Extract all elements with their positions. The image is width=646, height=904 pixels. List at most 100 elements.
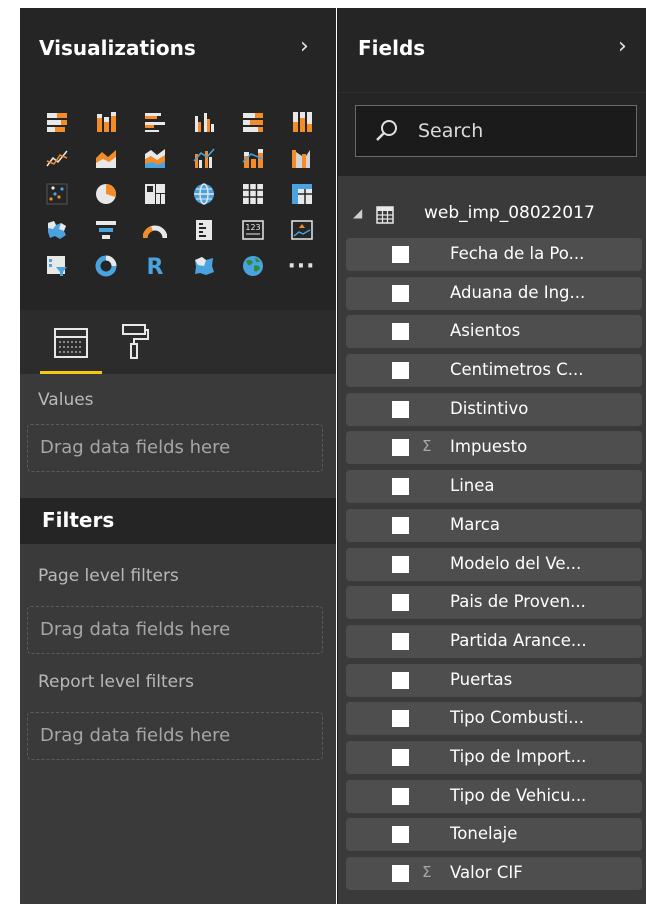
search-icon — [376, 120, 397, 141]
more-visuals-icon[interactable]: ··· — [277, 248, 326, 284]
field-item[interactable]: Centimetros C... — [346, 354, 642, 388]
visualization-row: R ··· — [20, 248, 336, 284]
field-item[interactable]: Tipo de Vehicu... — [346, 779, 642, 813]
pie-chart-icon[interactable] — [81, 176, 130, 212]
paint-roller-icon — [122, 324, 149, 359]
visualizations-header[interactable]: Visualizations › — [20, 8, 336, 92]
stacked-bar-chart-icon[interactable] — [32, 104, 81, 140]
active-tab-indicator — [40, 371, 102, 374]
funnel-icon[interactable] — [81, 212, 130, 248]
sigma-icon: Σ — [422, 863, 432, 881]
treemap-icon[interactable] — [130, 176, 179, 212]
values-label: Values — [38, 390, 94, 410]
field-label: Tipo Combusti... — [450, 708, 584, 728]
line-stacked-column-chart-icon[interactable] — [228, 140, 277, 176]
area-chart-icon[interactable] — [81, 140, 130, 176]
format-tab[interactable] — [120, 322, 150, 362]
search-box[interactable] — [355, 105, 637, 157]
kpi-icon[interactable] — [277, 212, 326, 248]
field-item[interactable]: Puertas — [346, 663, 642, 697]
field-item[interactable]: Distintivo — [346, 392, 642, 426]
field-checkbox[interactable] — [392, 826, 409, 844]
field-label: Aduana de Ing... — [450, 282, 586, 302]
globe-map-icon[interactable] — [228, 248, 277, 284]
field-item[interactable]: Tipo de Import... — [346, 740, 642, 774]
page-filters-drop-zone[interactable]: Drag data fields here — [27, 606, 323, 654]
collapse-fields-chevron-icon[interactable]: › — [618, 36, 627, 58]
clustered-bar-chart-icon[interactable] — [130, 104, 179, 140]
values-drop-zone[interactable]: Drag data fields here — [27, 424, 323, 472]
field-item[interactable]: Tipo Combusti... — [346, 702, 642, 736]
field-checkbox[interactable] — [392, 594, 409, 612]
field-checkbox[interactable] — [392, 710, 409, 728]
field-label: Marca — [450, 514, 500, 534]
field-checkbox[interactable] — [392, 323, 409, 341]
field-item[interactable]: Modelo del Ve... — [346, 547, 642, 581]
field-item[interactable]: Tonelaje — [346, 818, 642, 852]
field-item[interactable]: Marca — [346, 508, 642, 542]
field-checkbox[interactable] — [392, 671, 409, 689]
line-chart-icon[interactable] — [32, 140, 81, 176]
field-checkbox[interactable] — [392, 516, 409, 534]
field-item[interactable]: Partida Arance... — [346, 624, 642, 658]
field-label: Tonelaje — [450, 824, 518, 844]
report-level-filters-label: Report level filters — [38, 672, 194, 692]
donut-chart-icon[interactable] — [81, 248, 130, 284]
search-input[interactable] — [418, 118, 628, 144]
collapse-visualizations-chevron-icon[interactable]: › — [300, 36, 309, 58]
report-filters-drop-zone[interactable]: Drag data fields here — [27, 712, 323, 760]
field-checkbox[interactable] — [392, 284, 409, 302]
table-icon[interactable] — [228, 176, 277, 212]
field-label: Puertas — [450, 669, 513, 689]
field-item[interactable]: Aduana de Ing... — [346, 276, 642, 310]
field-label: Pais de Proven... — [450, 592, 586, 612]
visualization-row — [20, 104, 336, 140]
svg-text:123: 123 — [245, 223, 260, 232]
field-label: Tipo de Import... — [450, 746, 587, 766]
multi-row-card-icon[interactable] — [179, 212, 228, 248]
100-stacked-bar-chart-icon[interactable] — [228, 104, 277, 140]
field-checkbox[interactable] — [392, 362, 409, 380]
expand-table-icon[interactable]: ◢ — [353, 206, 362, 220]
clustered-column-chart-icon[interactable] — [179, 104, 228, 140]
field-checkbox[interactable] — [392, 439, 409, 457]
stacked-column-chart-icon[interactable] — [81, 104, 130, 140]
card-icon[interactable]: 123 — [228, 212, 277, 248]
field-label: Fecha de la Po... — [450, 244, 585, 263]
field-checkbox[interactable] — [392, 555, 409, 573]
filters-title: Filters — [42, 508, 115, 532]
svg-text:R: R — [146, 255, 163, 278]
field-checkbox[interactable] — [392, 748, 409, 766]
visualizations-title: Visualizations — [39, 36, 196, 60]
field-item[interactable]: Fecha de la Po... — [346, 238, 642, 271]
filled-map-icon[interactable] — [32, 212, 81, 248]
field-item[interactable]: Pais de Proven... — [346, 586, 642, 620]
field-item[interactable]: Linea — [346, 470, 642, 504]
100-stacked-column-chart-icon[interactable] — [277, 104, 326, 140]
field-item[interactable]: Asientos — [346, 315, 642, 349]
slicer-icon[interactable] — [32, 248, 81, 284]
visualization-row — [20, 176, 336, 212]
line-clustered-column-chart-icon[interactable] — [179, 140, 228, 176]
field-checkbox[interactable] — [392, 787, 409, 805]
table-node[interactable]: ◢ web_imp_08022017 — [338, 198, 646, 234]
field-item[interactable]: Σ Impuesto — [346, 431, 642, 465]
field-checkbox[interactable] — [392, 865, 409, 882]
fields-well-tab[interactable] — [40, 320, 102, 370]
map-icon[interactable] — [179, 176, 228, 212]
matrix-icon[interactable] — [277, 176, 326, 212]
gauge-icon[interactable] — [130, 212, 179, 248]
fields-header[interactable]: Fields › — [338, 8, 646, 92]
r-visual-icon[interactable]: R — [130, 248, 179, 284]
shape-map-icon[interactable] — [179, 248, 228, 284]
field-item[interactable]: Σ Valor CIF — [346, 857, 642, 890]
stacked-area-chart-icon[interactable] — [130, 140, 179, 176]
field-checkbox[interactable] — [392, 400, 409, 418]
visualization-gallery: 123 R ··· — [20, 92, 336, 310]
field-checkbox[interactable] — [392, 632, 409, 650]
ribbon-chart-icon[interactable] — [277, 140, 326, 176]
scatter-chart-icon[interactable] — [32, 176, 81, 212]
field-checkbox[interactable] — [392, 246, 409, 263]
field-checkbox[interactable] — [392, 478, 409, 496]
fields-title: Fields — [358, 36, 426, 60]
